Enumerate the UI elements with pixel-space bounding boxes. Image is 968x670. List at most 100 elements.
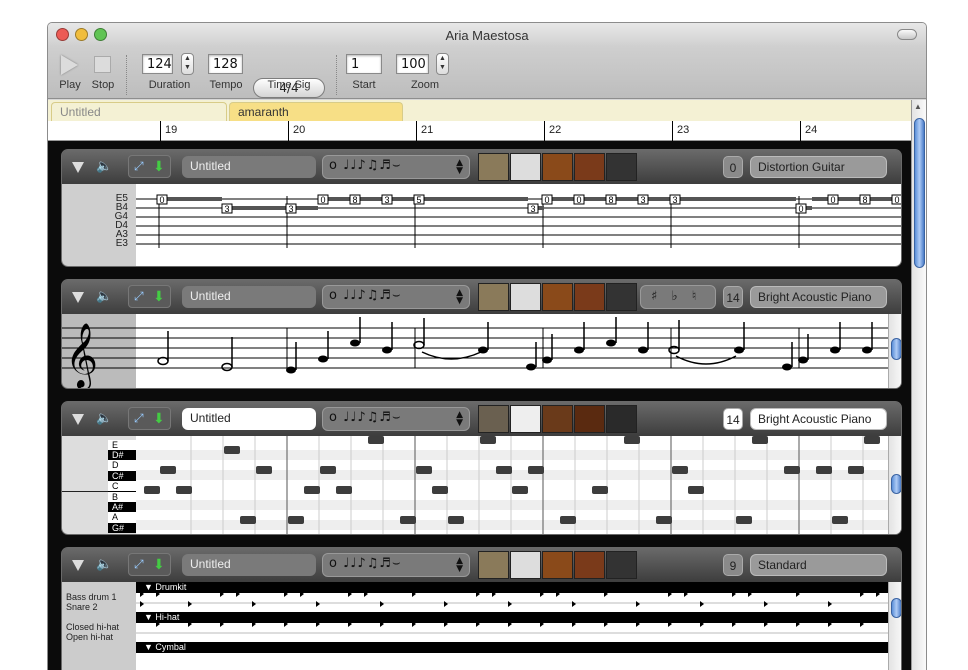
key-c[interactable]: C [108,480,136,492]
channel-number[interactable]: 14 [723,408,743,430]
speaker-icon[interactable]: 🔈 [96,288,112,304]
speaker-icon[interactable]: 🔈 [96,556,112,572]
chevron-updown-icon[interactable]: ▲ ▼ [456,411,464,428]
note-duration-selector[interactable]: o ♩♩♪♫♬⌣ ▲ ▼ [322,285,470,309]
channel-number[interactable]: 14 [723,286,743,308]
tablature-area[interactable]: 0 3 3 0 8 3 5 3 0 0 8 3 3 0 0 8 0 [136,184,901,266]
keyboard-editor-icon[interactable] [510,283,541,311]
key-d-sharp[interactable]: D# [108,450,136,461]
track-name-field[interactable]: Untitled [182,408,316,430]
chevron-updown-icon[interactable]: ▲ ▼ [456,557,464,574]
drum-editor-icon[interactable] [574,551,605,579]
drum-label: Open hi-hat [66,632,114,642]
measure-19: 19 [160,121,177,141]
duration-stepper[interactable]: ▲ ▼ [181,53,194,75]
speaker-icon[interactable]: 🔈 [96,158,112,174]
drum-editor-icon[interactable] [574,405,605,433]
svg-text:3: 3 [384,195,389,205]
scroll-up-icon[interactable]: ▲ [914,102,922,111]
drum-editor-icon[interactable] [574,153,605,181]
instrument-button[interactable]: Standard [750,554,887,576]
import-icon[interactable]: ⤢ ⬇ [128,285,171,308]
key-a[interactable]: A [108,512,136,523]
natural-icon[interactable]: ♮ [692,289,697,304]
piano-roll-area[interactable] [136,436,901,534]
drum-editor-icon[interactable] [574,283,605,311]
collapse-icon[interactable] [72,414,84,425]
chevron-updown-icon[interactable]: ▲ ▼ [456,289,464,306]
instrument-button[interactable]: Bright Acoustic Piano [750,408,887,430]
controller-editor-icon[interactable] [606,153,637,181]
guitar-editor-icon[interactable] [542,153,573,181]
main-scroll-thumb[interactable] [914,118,925,268]
toolbar: Play Stop 124 ▲ ▼ Duration 128 Tempo 4/4 … [48,47,926,99]
separator [126,55,127,95]
keyboard-editor-icon[interactable] [510,153,541,181]
key-e[interactable]: E [108,440,136,451]
score-area[interactable] [136,314,901,388]
note-duration-selector[interactable]: o ♩♩♪♫♬⌣ ▲ ▼ [322,553,470,577]
measure-ruler[interactable]: 19 20 21 22 23 24 [48,121,913,141]
main-scrollbar[interactable]: ▲ [911,100,926,670]
keyboard-editor-icon[interactable] [510,551,541,579]
stop-icon[interactable] [94,56,111,73]
score-editor-icon[interactable] [478,283,509,311]
key-a-sharp[interactable]: A# [108,502,136,513]
collapse-icon[interactable] [72,292,84,303]
controller-editor-icon[interactable] [606,551,637,579]
start-field[interactable]: 1 [346,54,382,74]
flat-icon[interactable]: ♭ [671,289,677,304]
controller-editor-icon[interactable] [606,283,637,311]
piano-roll-scroll-thumb[interactable] [891,474,901,494]
zoom-field[interactable]: 100 [396,54,429,74]
guitar-editor-icon[interactable] [542,551,573,579]
collapse-icon[interactable] [72,162,84,173]
guitar-editor-icon[interactable] [542,405,573,433]
play-icon[interactable] [61,55,78,75]
import-icon[interactable]: ⤢ ⬇ [128,407,171,430]
key-c-sharp[interactable]: C# [108,470,136,481]
drum-scrollbar[interactable] [888,582,901,670]
collapse-icon[interactable] [72,560,84,571]
track-name-field[interactable]: Untitled [182,286,316,308]
sharp-icon[interactable]: ♯ [651,289,657,304]
duration-field[interactable]: 124 [142,54,173,74]
track-name-field[interactable]: Untitled [182,156,316,178]
key-d[interactable]: D [108,460,136,471]
import-icon[interactable]: ⤢ ⬇ [128,155,171,178]
duration-glyphs: o ♩♩♪♫♬⌣ [329,158,402,173]
piano-keyboard[interactable]: E D# D C# C B A# A G# [62,436,136,534]
score-editor-icon[interactable] [478,153,509,181]
guitar-editor-icon[interactable] [542,283,573,311]
tab-untitled[interactable]: Untitled [51,102,227,121]
drum-grid[interactable]: ▼ Drumkit ▼ Hi-hat ▼ Cymbal [136,582,901,670]
instrument-button[interactable]: Distortion Guitar [750,156,887,178]
note-duration-selector[interactable]: o ♩♩♪♫♬⌣ ▲ ▼ [322,407,470,431]
title-bar: Aria Maestosa [48,23,926,47]
piano-roll-scrollbar[interactable] [888,436,901,534]
drum-scroll-thumb[interactable] [891,598,901,618]
key-g-sharp[interactable]: G# [108,522,136,533]
accidental-selector[interactable]: ♯ ♭ ♮ [640,285,716,309]
score-scroll-thumb[interactable] [891,338,901,360]
channel-number[interactable]: 0 [723,156,743,178]
score-editor-icon[interactable] [478,405,509,433]
toolbar-toggle-button[interactable] [897,29,917,40]
zoom-stepper[interactable]: ▲ ▼ [436,53,449,75]
tempo-field[interactable]: 128 [208,54,243,74]
svg-text:3: 3 [672,195,677,205]
instrument-button[interactable]: Bright Acoustic Piano [750,286,887,308]
tab-amaranth[interactable]: amaranth [229,102,403,121]
channel-number[interactable]: 9 [723,554,743,576]
note-duration-selector[interactable]: o ♩♩♪♫♬⌣ ▲ ▼ [322,155,470,179]
key-b[interactable]: B [108,491,136,503]
track-name-field[interactable]: Untitled [182,554,316,576]
score-scrollbar[interactable] [888,314,901,388]
speaker-icon[interactable]: 🔈 [96,410,112,426]
chevron-updown-icon[interactable]: ▲ ▼ [456,159,464,176]
score-svg [136,317,901,374]
import-icon[interactable]: ⤢ ⬇ [128,553,171,576]
keyboard-editor-icon[interactable] [510,405,541,433]
score-editor-icon[interactable] [478,551,509,579]
controller-editor-icon[interactable] [606,405,637,433]
